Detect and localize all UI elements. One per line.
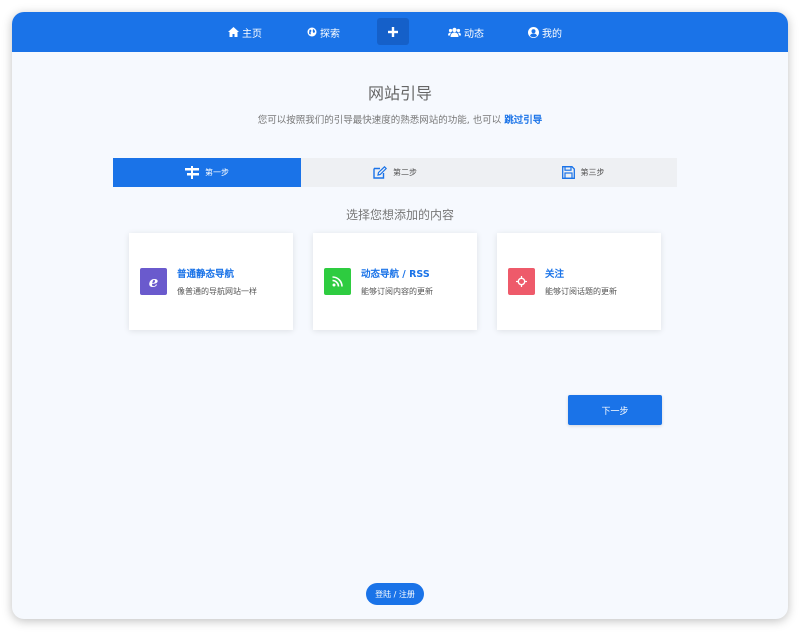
step-label: 第一步: [205, 168, 229, 177]
card-title: 普通静态导航: [177, 269, 235, 280]
step-1-tab[interactable]: 第一步: [113, 158, 301, 187]
nav-item-explore[interactable]: 探索: [307, 12, 340, 52]
nav-item-label: 动态: [464, 28, 484, 40]
crosshair-icon: [508, 268, 535, 295]
nav-item-label: 探索: [320, 28, 340, 40]
card-description: 能够订阅话题的更新: [545, 287, 617, 296]
section-title: 选择您想添加的内容: [345, 208, 454, 222]
step-3-tab[interactable]: 第三步: [489, 158, 677, 187]
step-label: 第二步: [393, 168, 417, 177]
card-follow[interactable]: 关注 能够订阅话题的更新: [497, 233, 661, 330]
app-window: 主页 探索 动态 我的 网站引导 您可以按照我们的引导最快速度的熟悉网站的功能,…: [12, 12, 788, 619]
home-icon: [228, 27, 239, 37]
ie-icon: e: [140, 268, 167, 295]
nav-item-home[interactable]: 主页: [228, 12, 262, 52]
card-static-nav[interactable]: e 普通静态导航 像普通的导航网站一样: [129, 233, 293, 330]
page-title: 网站引导: [367, 84, 432, 103]
card-description: 像普通的导航网站一样: [177, 287, 257, 296]
rss-icon: [324, 268, 351, 295]
nav-add-button[interactable]: [377, 18, 409, 45]
step-tabs: 第一步 第二步 第三步: [113, 158, 677, 187]
nav-item-mine[interactable]: 我的: [528, 12, 562, 52]
top-navbar: 主页 探索 动态 我的: [12, 12, 788, 52]
card-title: 关注: [545, 269, 565, 280]
next-step-button[interactable]: 下一步: [568, 395, 662, 425]
signpost-icon: [185, 166, 199, 179]
page-subtitle: 您可以按照我们的引导最快速度的熟悉网站的功能, 也可以 跳过引导: [12, 112, 788, 126]
step-label: 第三步: [580, 168, 605, 177]
card-title: 动态导航 / RSS: [361, 269, 430, 280]
step-2-tab[interactable]: 第二步: [301, 158, 489, 187]
globe-icon: [307, 27, 317, 37]
user-circle-icon: [528, 26, 539, 38]
nav-item-label: 我的: [542, 28, 562, 40]
card-dynamic-nav[interactable]: 动态导航 / RSS 能够订阅内容的更新: [313, 233, 477, 330]
nav-item-activity[interactable]: 动态: [448, 12, 484, 52]
save-icon: [561, 166, 575, 179]
skip-guide-link[interactable]: 跳过引导: [504, 115, 542, 126]
edit-icon: [373, 166, 387, 179]
nav-item-label: 主页: [242, 28, 262, 40]
plus-icon: [388, 26, 398, 37]
users-icon: [448, 27, 461, 37]
login-register-button[interactable]: 登陆 / 注册: [366, 583, 424, 605]
subtitle-text: 您可以按照我们的引导最快速度的熟悉网站的功能, 也可以: [257, 115, 502, 126]
card-description: 能够订阅内容的更新: [361, 287, 433, 296]
